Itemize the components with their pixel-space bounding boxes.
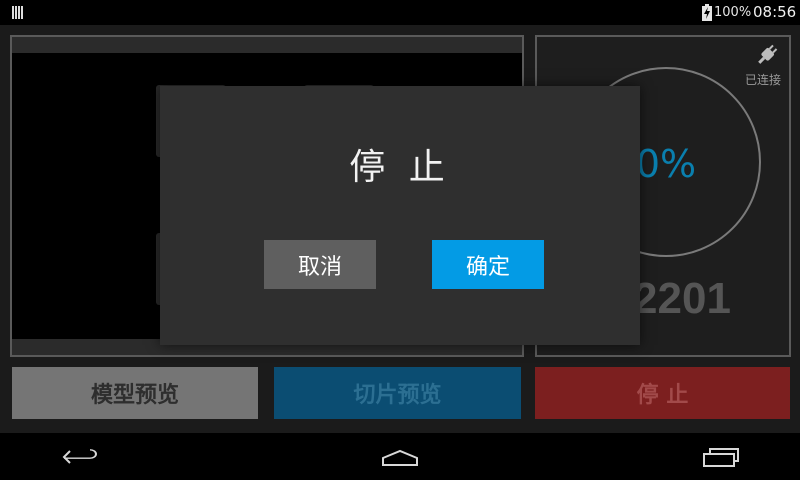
back-icon[interactable]: [50, 441, 110, 473]
connection-status: 已连接: [745, 73, 782, 87]
stop-confirm-dialog: 停 止 取消 确定: [160, 86, 640, 345]
battery-level: 100%: [714, 5, 752, 20]
plug-connected-icon: [758, 44, 778, 64]
notification-icon: [12, 6, 23, 19]
status-bar: 100% 08:56: [0, 0, 800, 25]
home-icon[interactable]: [370, 441, 430, 473]
battery-charging-icon: [702, 4, 712, 21]
slice-preview-button[interactable]: 切片预览: [274, 367, 521, 419]
navigation-bar: [0, 433, 800, 480]
preview-top-strip: [12, 37, 522, 53]
recent-apps-icon[interactable]: [690, 441, 750, 473]
cancel-button[interactable]: 取消: [264, 240, 376, 289]
model-preview-button[interactable]: 模型预览: [12, 367, 258, 419]
clock: 08:56: [753, 3, 797, 21]
confirm-button[interactable]: 确定: [432, 240, 544, 289]
stop-button[interactable]: 停 止: [535, 367, 790, 419]
dialog-title: 停 止: [349, 147, 451, 188]
